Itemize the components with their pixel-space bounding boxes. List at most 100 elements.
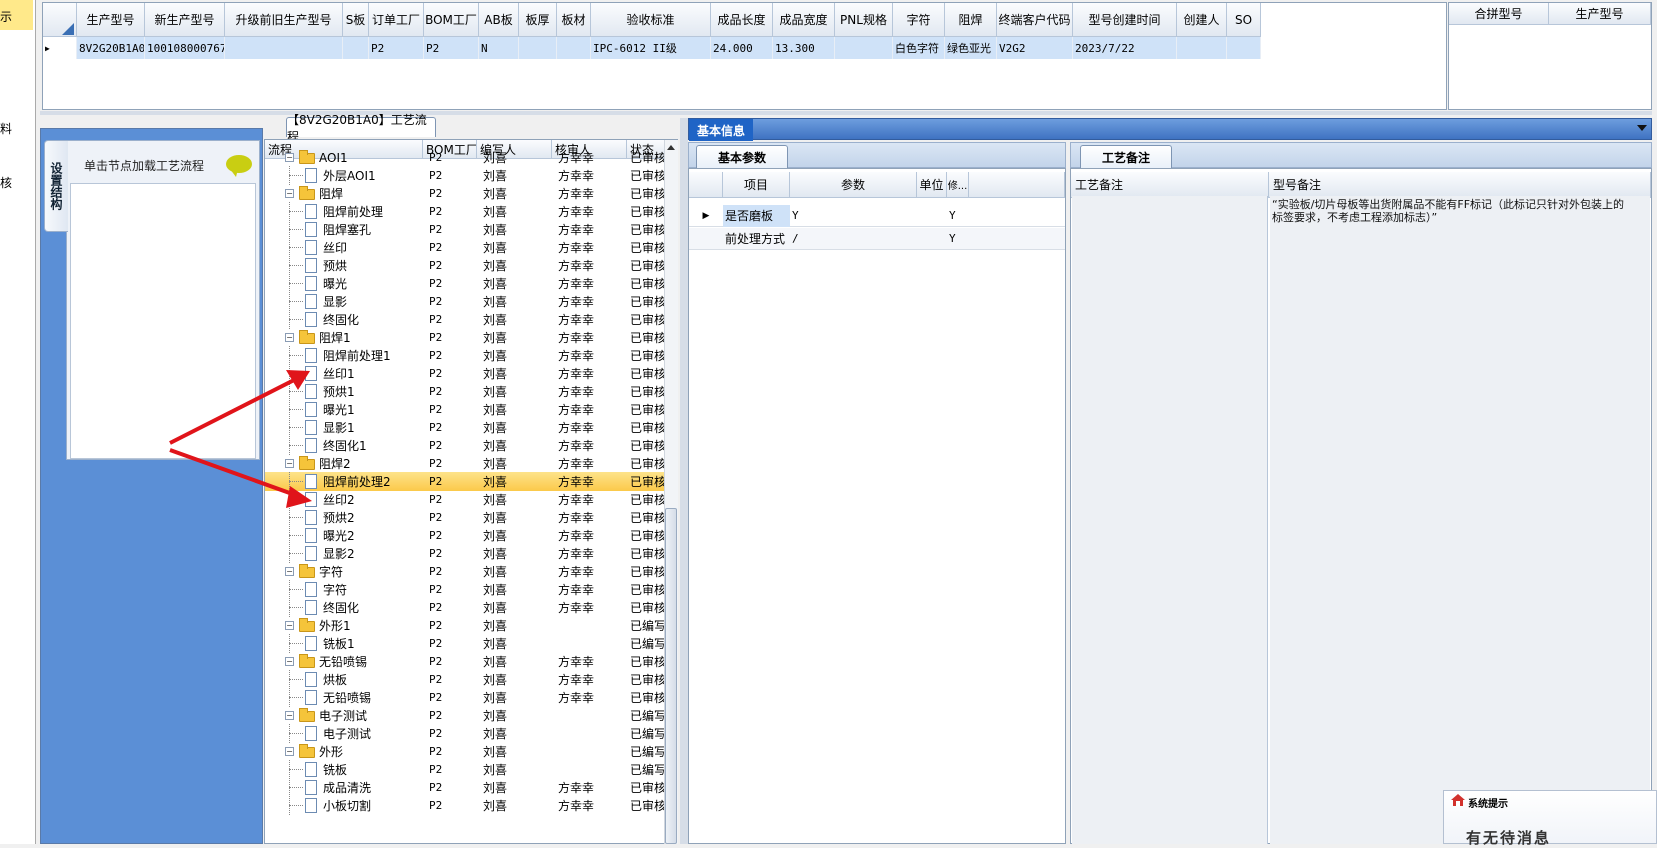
tree-row[interactable]: 终固化 P2 刘喜 方幸幸 已审核 bbox=[265, 598, 665, 617]
col-header[interactable]: 生产型号 bbox=[77, 3, 145, 37]
tree-node[interactable]: 铣板 bbox=[265, 760, 423, 779]
grid-cell[interactable] bbox=[225, 37, 343, 59]
grid-cell[interactable]: IPC-6012 II级 bbox=[591, 37, 711, 59]
flow-tab-title[interactable]: 【8V2G20B1A0】工艺流程 bbox=[286, 113, 436, 144]
tree-row[interactable]: 无铅喷锡 P2 刘喜 方幸幸 已审核 bbox=[265, 688, 665, 707]
tab-process-notes[interactable]: 工艺备注 bbox=[1080, 145, 1172, 168]
dropdown-arrow-icon[interactable] bbox=[1637, 125, 1647, 131]
model-note-header[interactable]: 型号备注 bbox=[1269, 172, 1651, 198]
process-note-header[interactable]: 工艺备注 bbox=[1071, 172, 1269, 198]
tree-row[interactable]: 成品清洗 P2 刘喜 方幸幸 已审核 bbox=[265, 778, 665, 797]
merged-model-header[interactable]: 合拼型号 bbox=[1449, 3, 1549, 25]
grid-cell[interactable]: 2023/7/22 bbox=[1073, 37, 1177, 59]
tree-row[interactable]: 预烘2 P2 刘喜 方幸幸 已审核 bbox=[265, 508, 665, 527]
tree-node[interactable]: − 外形 bbox=[265, 742, 423, 761]
tree-row[interactable]: 曝光 P2 刘喜 方幸幸 已审核 bbox=[265, 274, 665, 293]
tree-node[interactable]: 阻焊塞孔 bbox=[265, 220, 423, 239]
tree-row[interactable]: 终固化 P2 刘喜 方幸幸 已审核 bbox=[265, 310, 665, 329]
tree-row[interactable]: 字符 P2 刘喜 方幸幸 已审核 bbox=[265, 580, 665, 599]
tree-row[interactable]: 终固化1 P2 刘喜 方幸幸 已审核 bbox=[265, 436, 665, 455]
col-param-header[interactable]: 参数 bbox=[790, 172, 917, 198]
tree-row[interactable]: 丝印2 P2 刘喜 方幸幸 已审核 bbox=[265, 490, 665, 509]
tree-node[interactable]: 显影1 bbox=[265, 418, 423, 437]
vertical-splitter[interactable] bbox=[680, 118, 688, 844]
tree-row[interactable]: 铣板 P2 刘喜 已编写 bbox=[265, 760, 665, 779]
tree-row[interactable]: 铣板1 P2 刘喜 已编写 bbox=[265, 634, 665, 653]
grid-cell[interactable] bbox=[835, 37, 893, 59]
col-header[interactable]: 成品宽度 bbox=[773, 3, 835, 37]
collapse-icon[interactable]: − bbox=[285, 153, 294, 162]
tree-node[interactable]: 阻焊前处理 bbox=[265, 202, 423, 221]
col-header[interactable]: 新生产型号 bbox=[145, 3, 225, 37]
tree-node[interactable]: 字符 bbox=[265, 580, 423, 599]
col-header[interactable]: 创建人 bbox=[1177, 3, 1227, 37]
grid-cell[interactable] bbox=[519, 37, 557, 59]
collapse-icon[interactable]: − bbox=[285, 459, 294, 468]
tree-row[interactable]: − 阻焊2 P2 刘喜 方幸幸 已审核 bbox=[265, 454, 665, 473]
tree-row[interactable]: 阻焊前处理 P2 刘喜 方幸幸 已审核 bbox=[265, 202, 665, 221]
production-model-header[interactable]: 生产型号 bbox=[1549, 3, 1651, 25]
tree-node[interactable]: 显影 bbox=[265, 292, 423, 311]
param-value[interactable]: Y bbox=[790, 209, 917, 222]
tree-row[interactable]: 外层AOI1 P2 刘喜 方幸幸 已审核 bbox=[265, 166, 665, 185]
tree-row[interactable]: − 阻焊 P2 刘喜 方幸幸 已审核 bbox=[265, 184, 665, 203]
grid-cell[interactable]: 8V2G20B1A0 bbox=[77, 37, 145, 59]
tree-node[interactable]: − 阻焊1 bbox=[265, 328, 423, 347]
structure-vertical-tab[interactable]: 设置结构 bbox=[44, 140, 68, 232]
model-note-area[interactable] bbox=[1270, 196, 1650, 844]
col-header[interactable]: 成品长度 bbox=[711, 3, 773, 37]
col-mod-header[interactable]: 修... bbox=[947, 172, 969, 198]
grid-cell[interactable] bbox=[343, 37, 369, 59]
scroll-up-icon[interactable] bbox=[665, 142, 677, 152]
col-header[interactable]: 终端客户代码 bbox=[997, 3, 1073, 37]
tree-row[interactable]: 阻焊前处理2 P2 刘喜 方幸幸 已审核 bbox=[265, 472, 665, 491]
param-value[interactable]: / bbox=[790, 232, 917, 245]
tree-node[interactable]: 终固化1 bbox=[265, 436, 423, 455]
grid-cell[interactable]: 24.000 bbox=[711, 37, 773, 59]
structure-tree-area[interactable] bbox=[70, 183, 256, 459]
tree-node[interactable]: 预烘1 bbox=[265, 382, 423, 401]
col-header[interactable]: AB板 bbox=[479, 3, 519, 37]
tree-row[interactable]: − 外形 P2 刘喜 已编写 bbox=[265, 742, 665, 761]
left-nav-item-3[interactable]: 核 bbox=[0, 174, 12, 191]
grid-cell[interactable] bbox=[557, 37, 591, 59]
tree-node[interactable]: 预烘 bbox=[265, 256, 423, 275]
collapse-icon[interactable]: − bbox=[285, 657, 294, 666]
collapse-icon[interactable]: − bbox=[285, 711, 294, 720]
process-note-area[interactable] bbox=[1072, 196, 1268, 844]
basic-info-title[interactable]: 基本信息 bbox=[689, 119, 753, 141]
tab-basic-params[interactable]: 基本参数 bbox=[696, 145, 788, 168]
col-header[interactable]: 升级前旧生产型号 bbox=[225, 3, 343, 37]
grid-cell[interactable]: 绿色亚光 bbox=[945, 37, 997, 59]
tree-row[interactable]: − 字符 P2 刘喜 方幸幸 已审核 bbox=[265, 562, 665, 581]
tree-row[interactable]: − 阻焊1 P2 刘喜 方幸幸 已审核 bbox=[265, 328, 665, 347]
tree-node[interactable]: 终固化 bbox=[265, 310, 423, 329]
tree-node[interactable]: 无铅喷锡 bbox=[265, 688, 423, 707]
tree-node[interactable]: 外层AOI1 bbox=[265, 166, 423, 185]
collapse-icon[interactable]: − bbox=[285, 333, 294, 342]
col-header[interactable]: BOM工厂 bbox=[424, 3, 479, 37]
tree-node[interactable]: − AOI1 bbox=[265, 148, 423, 167]
param-row[interactable]: 前处理方式 / Y bbox=[689, 228, 1065, 250]
tree-node[interactable]: 小板切割 bbox=[265, 796, 423, 815]
collapse-icon[interactable]: − bbox=[285, 747, 294, 756]
tree-node[interactable]: 丝印1 bbox=[265, 364, 423, 383]
tree-row[interactable]: − AOI1 P2 刘喜 方幸幸 已审核 bbox=[265, 148, 665, 167]
tree-row[interactable]: 小板切割 P2 刘喜 方幸幸 已审核 bbox=[265, 796, 665, 815]
tree-node[interactable]: 曝光 bbox=[265, 274, 423, 293]
collapse-icon[interactable]: − bbox=[285, 189, 294, 198]
tree-row[interactable]: 预烘 P2 刘喜 方幸幸 已审核 bbox=[265, 256, 665, 275]
grid-cell[interactable]: 13.300 bbox=[773, 37, 835, 59]
col-header[interactable]: 字符 bbox=[893, 3, 945, 37]
horizontal-splitter[interactable] bbox=[40, 111, 1652, 115]
grid-cell[interactable]: P2 bbox=[424, 37, 479, 59]
tree-row[interactable]: − 外形1 P2 刘喜 已编写 bbox=[265, 616, 665, 635]
tree-row[interactable]: 烘板 P2 刘喜 方幸幸 已审核 bbox=[265, 670, 665, 689]
tree-node[interactable]: − 无铅喷锡 bbox=[265, 652, 423, 671]
col-header[interactable]: 板材 bbox=[557, 3, 591, 37]
tree-node[interactable]: 铣板1 bbox=[265, 634, 423, 653]
grid-cell[interactable] bbox=[1177, 37, 1227, 59]
col-item-header[interactable]: 项目 bbox=[723, 172, 790, 198]
system-notice-popup[interactable]: 系统提示 有无待消息 bbox=[1443, 790, 1657, 847]
left-nav-item-1[interactable]: 示 bbox=[0, 8, 12, 25]
